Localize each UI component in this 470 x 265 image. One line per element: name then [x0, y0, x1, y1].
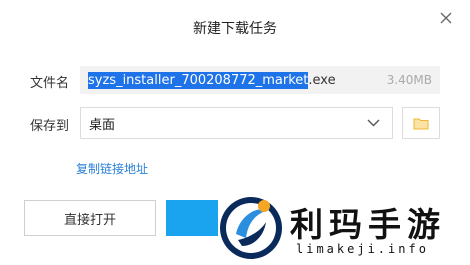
- watermark-logo: [220, 197, 282, 259]
- file-size: 3.40MB: [386, 73, 432, 87]
- new-download-dialog: 新建下载任务 文件名 syzs_installer_700208772_mark…: [0, 0, 470, 265]
- download-button[interactable]: [166, 200, 218, 236]
- file-name-label: 文件名: [30, 76, 70, 91]
- close-button[interactable]: [436, 8, 456, 28]
- browse-folder-button[interactable]: [402, 107, 440, 139]
- watermark: 利玛手游 limakeji.info: [212, 190, 470, 265]
- file-name-extension: .exe: [308, 72, 336, 88]
- watermark-text: 利玛手游: [290, 205, 446, 244]
- folder-icon: [413, 118, 429, 129]
- chevron-down-icon: [367, 119, 380, 127]
- copy-link-address[interactable]: 复制链接地址: [76, 160, 148, 177]
- watermark-url: limakeji.info: [296, 242, 429, 256]
- file-name-field[interactable]: syzs_installer_700208772_market .exe 3.4…: [80, 66, 440, 94]
- close-icon: [440, 12, 452, 24]
- save-to-label: 保存到: [30, 119, 70, 134]
- save-location-dropdown[interactable]: 桌面: [80, 107, 393, 139]
- file-name-selected-text: syzs_installer_700208772_market: [88, 71, 309, 89]
- dialog-title: 新建下载任务: [193, 21, 277, 37]
- open-directly-button[interactable]: 直接打开: [24, 200, 156, 236]
- save-location-value: 桌面: [89, 117, 116, 133]
